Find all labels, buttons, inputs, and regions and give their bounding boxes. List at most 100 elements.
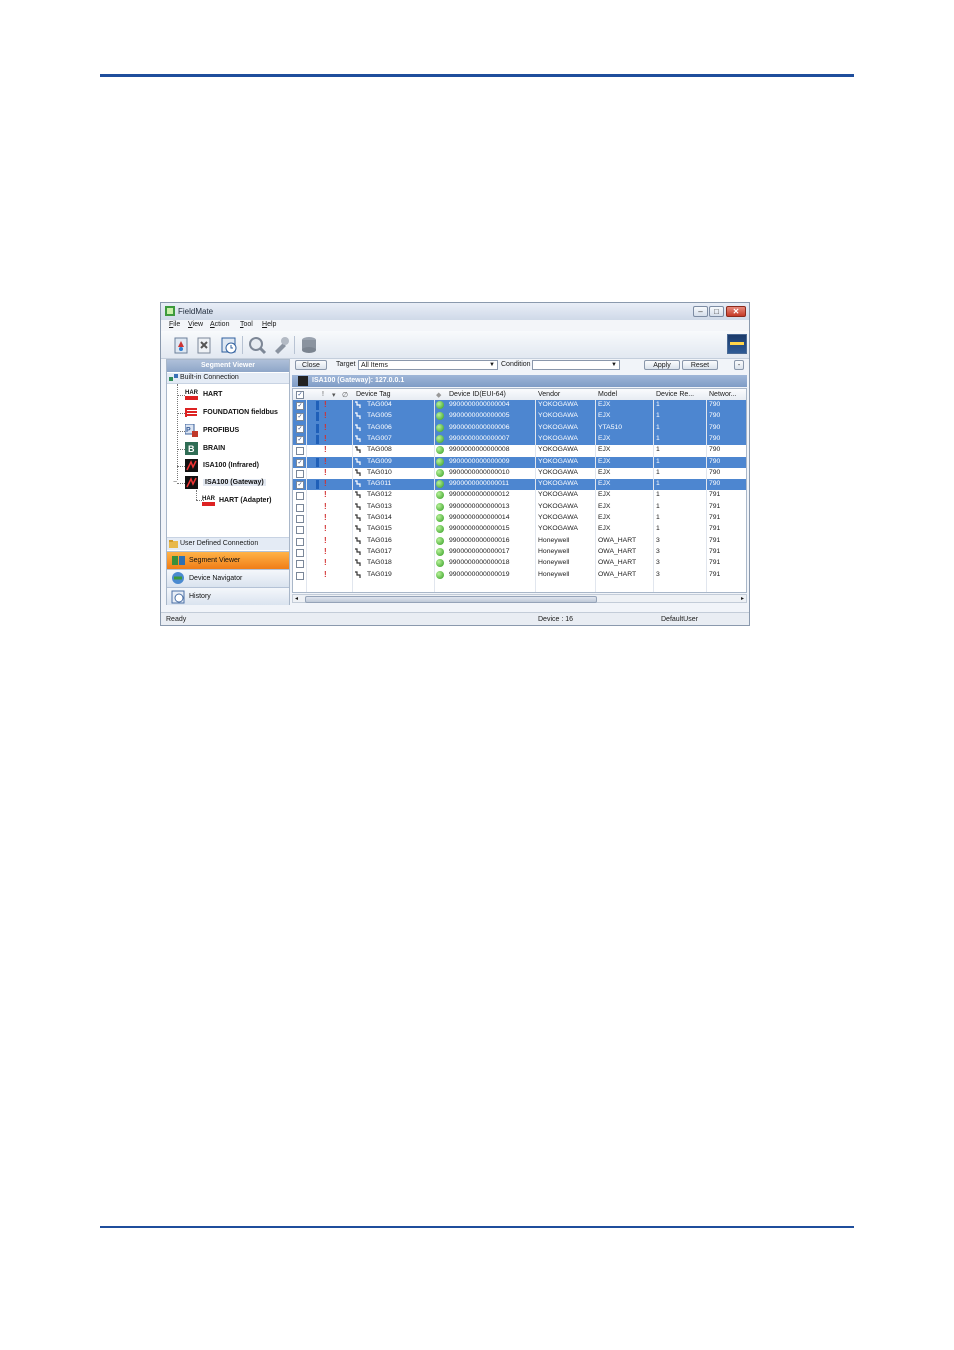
cell-device-revision: 3 [656, 547, 660, 555]
column-device-revision[interactable]: Device Re... [656, 391, 694, 398]
tree-connector [177, 466, 185, 467]
maximize-button[interactable]: □ [709, 306, 724, 317]
nav-device-navigator[interactable]: Device Navigator [167, 569, 289, 587]
nav-history[interactable]: History [167, 587, 289, 605]
alert-icon: ! [324, 479, 327, 489]
display-mode-icon[interactable] [727, 334, 747, 354]
filter-column-icon[interactable]: ▾ [332, 391, 336, 399]
table-row[interactable]: ✓! TAG004 9900000000000004 YOKOGAWA EJX 1 790 [293, 400, 746, 412]
search-device-icon[interactable] [247, 335, 267, 355]
row-checkbox[interactable]: ✓ [296, 435, 304, 444]
alert-column-icon[interactable]: ! [322, 391, 324, 398]
table-row[interactable]: ! TAG019 9900000000000019 Honeywell OWA_HART… [293, 570, 746, 581]
user-defined-connection-group[interactable]: User Defined Connection [167, 537, 289, 550]
collapse-filter-button[interactable]: - [734, 360, 744, 370]
menu-action[interactable]: Action [210, 321, 229, 328]
reset-button[interactable]: Reset [682, 360, 718, 370]
menu-help[interactable]: Help [262, 321, 276, 328]
row-checkbox[interactable] [296, 560, 304, 569]
select-all-checkbox[interactable]: ✓ [296, 391, 304, 399]
table-row[interactable]: ✓! TAG011 9900000000000011 YOKOGAWA EJX 1 790 [293, 479, 746, 491]
row-checkbox[interactable] [296, 492, 304, 501]
column-network[interactable]: Networ... [709, 391, 737, 398]
tree-item-hart-adapter[interactable]: HART (Adapter) [219, 497, 272, 504]
row-checkbox[interactable]: ✓ [296, 424, 304, 433]
table-row[interactable]: ! TAG018 9900000000000018 Honeywell OWA_HART… [293, 558, 746, 569]
row-checkbox[interactable]: ✓ [296, 402, 304, 410]
alert-icon: ! [324, 558, 327, 568]
table-row[interactable]: ! TAG017 9900000000000017 Honeywell OWA_HART… [293, 547, 746, 558]
tree-item-isa100-gateway[interactable]: ISA100 (Gateway) [203, 479, 266, 486]
menu-tool[interactable]: Tool [240, 321, 253, 328]
row-checkbox[interactable] [296, 503, 304, 512]
device-icon [355, 401, 361, 408]
row-checkbox[interactable] [296, 526, 304, 535]
table-row[interactable]: ✓! TAG005 9900000000000005 YOKOGAWA EJX 1 790 [293, 411, 746, 423]
device-tool-icon[interactable] [271, 335, 291, 355]
table-row[interactable]: ! TAG015 9900000000000015 YOKOGAWA EJX 1 791 [293, 524, 746, 535]
database-icon[interactable] [299, 335, 319, 355]
cell-device-id: 9900000000000009 [449, 457, 510, 465]
condition-select[interactable]: ▼ [532, 360, 620, 370]
row-checkbox[interactable] [296, 469, 304, 478]
menu-file[interactable]: File [169, 321, 180, 328]
table-row[interactable]: ✓! TAG007 9900000000000007 YOKOGAWA EJX 1 790 [293, 433, 746, 446]
target-select[interactable]: All Items ▼ [358, 360, 498, 370]
cell-vendor: YOKOGAWA [538, 491, 578, 499]
attachment-column-icon[interactable]: ∅ [342, 391, 348, 399]
tree-item-profibus[interactable]: PROFIBUS [203, 427, 239, 434]
row-checkbox[interactable] [296, 548, 304, 557]
row-checkbox[interactable] [296, 571, 304, 580]
svg-text:P: P [186, 427, 191, 434]
table-row[interactable]: ! TAG013 9900000000000013 YOKOGAWA EJX 1 791 [293, 502, 746, 513]
scrollbar-thumb[interactable] [305, 596, 597, 603]
cell-device-revision: 1 [656, 491, 660, 499]
device-icon [355, 570, 361, 578]
close-window-button[interactable]: ✕ [726, 306, 746, 317]
cell-network: 791 [709, 491, 721, 499]
column-vendor[interactable]: Vendor [538, 391, 560, 398]
row-checkbox[interactable]: ✓ [296, 458, 304, 467]
table-row[interactable]: ✓! TAG009 9900000000000009 YOKOGAWA EJX 1 790 [293, 456, 746, 468]
status-ok-icon [436, 502, 444, 511]
close-button[interactable]: Close [295, 360, 327, 370]
cell-network: 791 [709, 502, 721, 510]
horizontal-scrollbar[interactable]: ◂ ▸ [292, 594, 747, 603]
window-title: FieldMate [178, 307, 214, 316]
row-checkbox[interactable]: ✓ [296, 413, 304, 422]
table-row[interactable]: ! TAG010 9900000000000010 YOKOGAWA EJX 1 790 [293, 468, 746, 479]
folder-icon [169, 540, 178, 548]
builtin-connection-group[interactable]: Built-in Connection [167, 373, 289, 384]
tree-item-isa100-infrared[interactable]: ISA100 (Infrared) [203, 462, 259, 469]
row-checkbox[interactable] [296, 515, 304, 523]
tree-item-foundation-fieldbus[interactable]: FOUNDATION fieldbus [203, 409, 278, 416]
column-device-tag[interactable]: Device Tag [356, 391, 391, 398]
scroll-left-icon[interactable]: ◂ [295, 595, 298, 602]
cell-vendor: YOKOGAWA [538, 468, 578, 476]
title-bar[interactable]: FieldMate – □ ✕ [161, 303, 749, 321]
table-row[interactable]: ! TAG016 9900000000000016 Honeywell OWA_HART… [293, 536, 746, 547]
minimize-button[interactable]: – [693, 306, 708, 317]
tree-item-brain[interactable]: BRAIN [203, 445, 225, 452]
table-row[interactable]: ! TAG014 9900000000000014 YOKOGAWA EJX 1 791 [293, 513, 746, 524]
status-column-icon[interactable]: ◆ [436, 391, 441, 399]
connect-icon[interactable] [171, 335, 191, 355]
schedule-icon[interactable] [219, 335, 239, 355]
alert-icon: ! [324, 411, 327, 421]
cell-device-revision: 3 [656, 536, 660, 544]
column-model[interactable]: Model [598, 391, 617, 398]
column-device-id[interactable]: Device ID(EUI-64) [449, 391, 506, 398]
disconnect-icon[interactable] [194, 335, 214, 355]
scroll-right-icon[interactable]: ▸ [741, 595, 744, 602]
table-row[interactable]: ✓! TAG006 9900000000000006 YOKOGAWA YTA510 1 7… [293, 422, 746, 434]
table-row[interactable]: ! TAG008 9900000000000008 YOKOGAWA EJX 1 790 [293, 445, 746, 456]
nav-segment-viewer[interactable]: Segment Viewer [167, 551, 289, 569]
row-checkbox[interactable] [296, 447, 304, 456]
row-checkbox[interactable] [296, 537, 304, 546]
apply-button[interactable]: Apply [644, 360, 680, 370]
row-checkbox[interactable]: ✓ [296, 481, 304, 490]
collapse-icon[interactable]: − [173, 479, 177, 486]
tree-item-hart[interactable]: HART [203, 391, 222, 398]
table-row[interactable]: ! TAG012 9900000000000012 YOKOGAWA EJX 1 791 [293, 490, 746, 501]
menu-view[interactable]: View [188, 321, 203, 328]
